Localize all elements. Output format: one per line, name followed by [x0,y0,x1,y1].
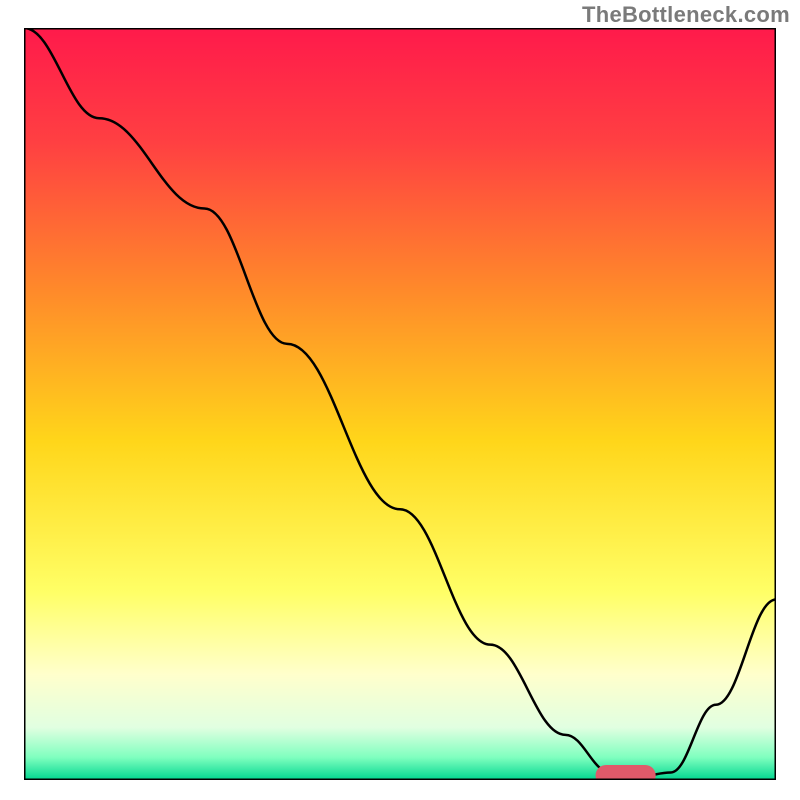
chart-frame: TheBottleneck.com [0,0,800,800]
watermark-text: TheBottleneck.com [582,2,790,28]
gradient-rect [24,28,776,780]
chart-svg [24,28,776,780]
plot-area [24,28,776,780]
target-marker [596,765,656,780]
